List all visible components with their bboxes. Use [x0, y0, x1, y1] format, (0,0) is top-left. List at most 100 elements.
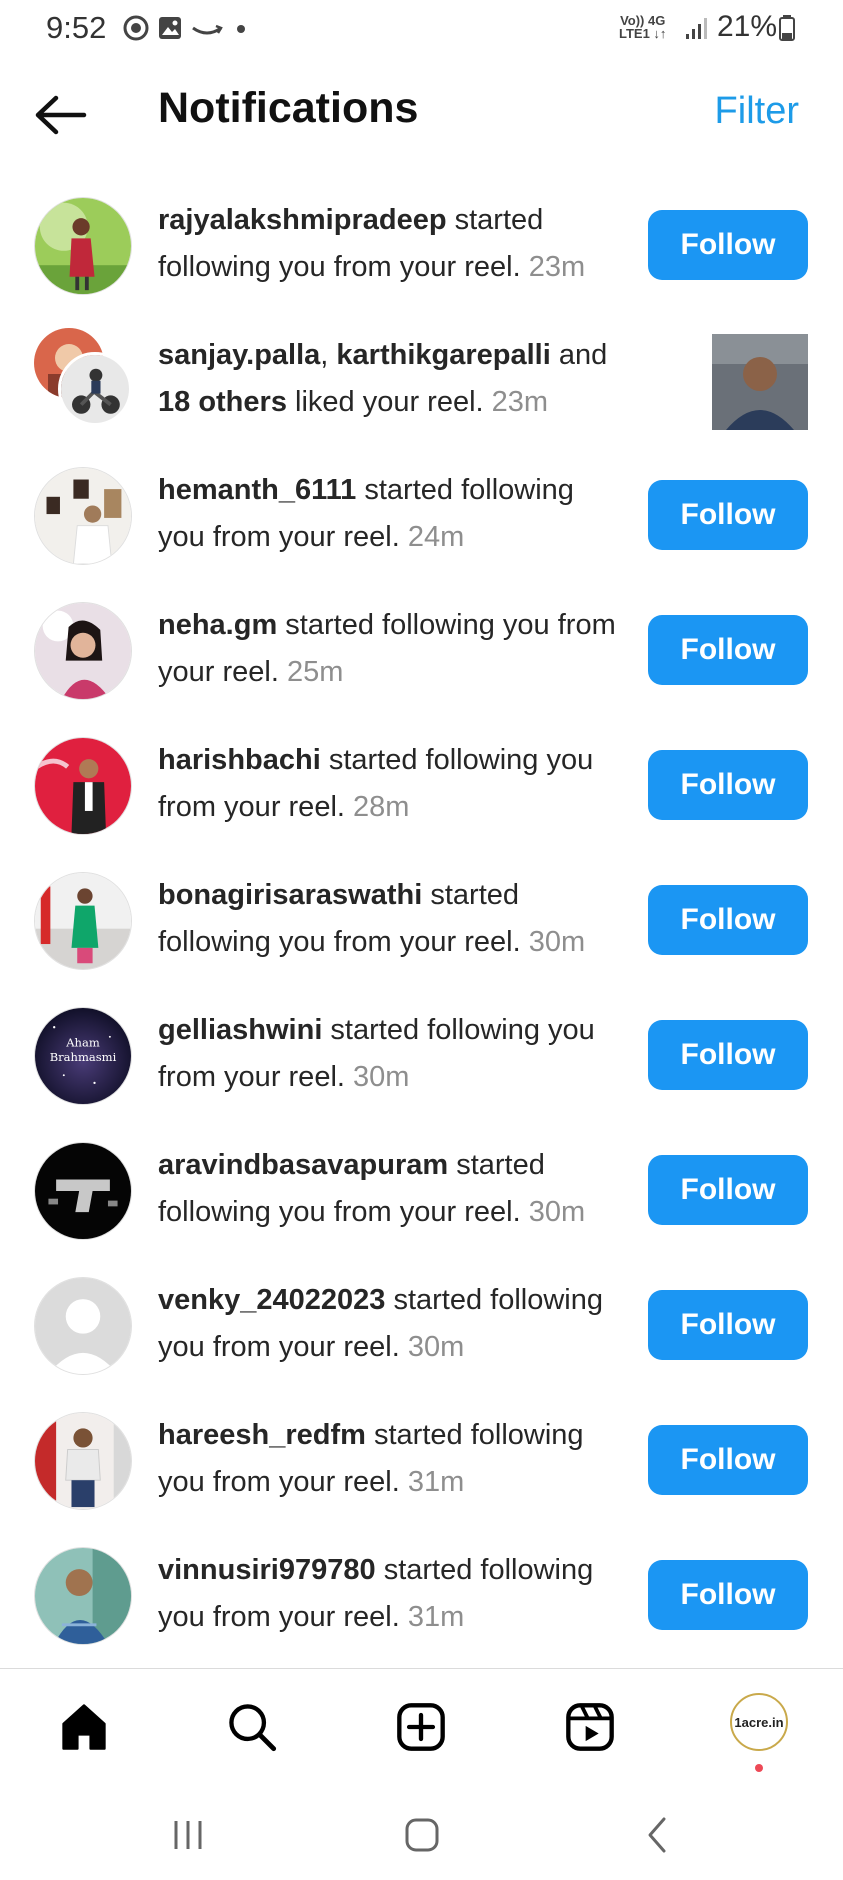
avatar[interactable]	[58, 352, 132, 426]
page-title: Notifications	[158, 84, 419, 132]
timestamp: 28m	[353, 791, 410, 823]
notification-dot	[755, 1764, 763, 1772]
avatar[interactable]	[34, 737, 132, 835]
status-bar: 9:52 Vo)) 4G LTE1 ↓↑ 21%	[0, 0, 843, 56]
notification-row[interactable]: venky_24022023 started following you fro…	[0, 1275, 843, 1410]
follow-button[interactable]: Follow	[648, 615, 808, 685]
follow-button[interactable]: Follow	[648, 1020, 808, 1090]
timestamp: 30m	[528, 926, 586, 958]
username: aravindbasavapuram	[158, 1149, 449, 1181]
timestamp: 25m	[286, 656, 344, 688]
follow-button[interactable]: Follow	[648, 885, 808, 955]
timestamp: 24m	[407, 521, 465, 553]
username: hareesh_redfm	[158, 1419, 366, 1451]
notification-row[interactable]: harishbachi started following you from y…	[0, 735, 843, 870]
notification-text: hemanth_6111 started following you from …	[158, 474, 574, 553]
svg-text:Aham: Aham	[65, 1035, 100, 1049]
timestamp: 31m	[407, 1466, 465, 1498]
username: neha.gm	[158, 609, 278, 641]
follow-button[interactable]: Follow	[648, 210, 808, 280]
username: harishbachi	[158, 744, 321, 776]
follow-button[interactable]: Follow	[648, 1425, 808, 1495]
username: hemanth_6111	[158, 474, 357, 506]
follow-button[interactable]: Follow	[648, 1155, 808, 1225]
signal-icon	[683, 14, 711, 42]
nav-create[interactable]	[391, 1697, 451, 1757]
username: gelliashwini	[158, 1014, 323, 1046]
home-system-icon	[405, 1818, 439, 1852]
nav-search[interactable]	[222, 1697, 282, 1757]
avatar[interactable]	[34, 467, 132, 565]
avatar[interactable]	[34, 872, 132, 970]
timestamp: 30m	[528, 1196, 586, 1228]
follow-button[interactable]: Follow	[648, 1560, 808, 1630]
notification-text: bonagirisaraswathi started following you…	[158, 879, 586, 958]
recent-apps-button[interactable]	[158, 1810, 218, 1860]
username: vinnusiri979780	[158, 1554, 376, 1586]
notification-text: gelliashwini started following you from …	[158, 1014, 595, 1093]
reel-thumbnail[interactable]	[712, 334, 808, 430]
network-indicator: Vo)) 4G LTE1 ↓↑	[619, 13, 667, 41]
notification-row[interactable]: vinnusiri979780 started following you fr…	[0, 1545, 843, 1680]
notification-text: rajyalakshmipradeep started following yo…	[158, 204, 586, 283]
nav-reels[interactable]	[560, 1697, 620, 1757]
svg-text:Brahmasmi: Brahmasmi	[50, 1050, 117, 1064]
username: bonagirisaraswathi	[158, 879, 423, 911]
reels-icon	[566, 1703, 614, 1751]
notification-row[interactable]: aravindbasavapuram started following you…	[0, 1140, 843, 1275]
nav-home[interactable]	[54, 1697, 114, 1757]
status-time: 9:52	[46, 10, 107, 45]
avatar[interactable]: Aham Brahmasmi	[34, 1007, 132, 1105]
follow-button[interactable]: Follow	[648, 1290, 808, 1360]
follow-button[interactable]: Follow	[648, 480, 808, 550]
timestamp: 30m	[353, 1061, 410, 1093]
avatar[interactable]	[34, 602, 132, 700]
filter-button[interactable]: Filter	[715, 90, 799, 133]
record-icon	[122, 14, 150, 42]
timestamp: 31m	[407, 1601, 465, 1633]
notification-row[interactable]: neha.gm started following you from your …	[0, 600, 843, 735]
gallery-icon	[156, 14, 184, 42]
default-avatar-icon	[35, 1278, 131, 1374]
avatar[interactable]	[34, 1142, 132, 1240]
avatar[interactable]	[34, 1547, 132, 1645]
avatar[interactable]	[34, 1277, 132, 1375]
notification-text: hareesh_redfm started following you from…	[158, 1419, 584, 1498]
amazon-icon	[190, 14, 224, 42]
notification-text: aravindbasavapuram started following you…	[158, 1149, 586, 1228]
back-system-icon	[648, 1817, 666, 1853]
username: rajyalakshmipradeep	[158, 204, 447, 236]
search-icon	[229, 1704, 277, 1752]
notification-row[interactable]: rajyalakshmipradeep started following yo…	[0, 195, 843, 330]
notification-row[interactable]: bonagirisaraswathi started following you…	[0, 870, 843, 1005]
notification-row[interactable]: hemanth_6111 started following you from …	[0, 465, 843, 600]
avatar[interactable]	[34, 1412, 132, 1510]
back-system-button[interactable]	[628, 1810, 688, 1860]
notification-text: vinnusiri979780 started following you fr…	[158, 1554, 594, 1633]
timestamp: 30m	[407, 1331, 465, 1363]
avatar[interactable]	[34, 197, 132, 295]
back-button[interactable]	[30, 90, 90, 140]
home-icon	[62, 1704, 106, 1750]
home-system-button[interactable]	[392, 1810, 452, 1860]
header: Notifications Filter	[0, 70, 843, 160]
username: sanjay.palla	[158, 339, 321, 371]
follow-button[interactable]: Follow	[648, 750, 808, 820]
profile-avatar[interactable]: 1acre.in	[730, 1693, 788, 1751]
battery-icon	[778, 14, 796, 42]
notification-text: venky_24022023 started following you fro…	[158, 1284, 604, 1363]
notification-row[interactable]: Aham Brahmasmi gelliashwini started foll…	[0, 1005, 843, 1140]
battery-percent: 21%	[717, 10, 778, 43]
notification-text: neha.gm started following you from your …	[158, 609, 616, 688]
create-icon	[397, 1703, 445, 1751]
notification-text: sanjay.palla, karthikgarepalli and 18 ot…	[158, 339, 608, 418]
bottom-nav: 1acre.in	[0, 1669, 843, 1779]
system-nav	[0, 1790, 843, 1880]
username: karthikgarepalli	[336, 339, 551, 371]
recent-apps-icon	[174, 1821, 202, 1849]
notification-text: harishbachi started following you from y…	[158, 744, 594, 823]
notification-row[interactable]: hareesh_redfm started following you from…	[0, 1410, 843, 1545]
timestamp: 23m	[528, 251, 586, 283]
arrow-left-icon	[35, 95, 87, 135]
timestamp: 23m	[491, 386, 549, 418]
